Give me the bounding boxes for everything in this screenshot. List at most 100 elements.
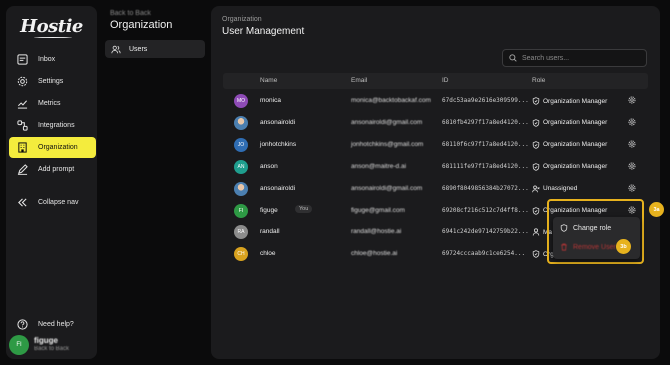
shield-icon — [532, 206, 540, 215]
user-name-cell: randall — [260, 228, 280, 236]
avatar — [234, 115, 248, 130]
section-title: Organization — [110, 19, 173, 31]
collapse-nav-button[interactable]: Collapse nav — [9, 192, 96, 213]
column-header-id[interactable]: ID — [442, 77, 449, 84]
role-cell: Organization Manager — [532, 162, 607, 171]
shield-icon — [532, 162, 540, 171]
column-header-name[interactable]: Name — [260, 77, 277, 84]
pencil-icon — [16, 163, 29, 176]
id-cell: 67dc53aa9e2616e309599... — [442, 97, 529, 104]
remove-user-label: Remove User — [573, 243, 616, 251]
change-role-label: Change role — [573, 224, 612, 232]
breadcrumb: Organization — [222, 16, 262, 23]
integrations-icon — [16, 119, 29, 132]
search-input[interactable]: Search users... — [502, 49, 647, 67]
shield-icon — [532, 119, 540, 127]
id-cell: 69208cf216c512c7d4ff8... — [442, 206, 529, 214]
table-row[interactable]: AN anson anson@maitre-d.ai 681111fe97f17a8e… — [223, 156, 648, 178]
nav-item-inbox[interactable]: Inbox — [9, 49, 96, 70]
nav-item-metrics[interactable]: Metrics — [9, 93, 96, 114]
email-cell: jonhotchkins@gmail.com — [351, 140, 424, 148]
remove-user-menu-item[interactable]: Remove User — [560, 243, 616, 251]
help-circle-icon — [16, 318, 29, 331]
table-row[interactable]: MO monica monica@backtobackaf.com 67dc53aa9… — [223, 90, 648, 112]
id-cell: 68110f6c97f17a8ed4120... — [442, 140, 529, 148]
avatar: AN — [234, 159, 248, 174]
nav-item-label: Inbox — [38, 56, 56, 63]
avatar: JO — [234, 137, 248, 152]
id-cell: 6941c242de97142759b22... — [442, 228, 529, 236]
id-cell: 69724cccaab9c1ce6254... — [442, 250, 526, 258]
column-header-role[interactable]: Role — [532, 77, 545, 84]
shield-icon — [532, 141, 540, 149]
row-settings-gear-icon[interactable] — [628, 140, 636, 148]
user-name-cell: jonhotchkins — [260, 140, 297, 148]
logo-swoosh — [34, 36, 72, 38]
id-cell: 681111fe97f17a8ed4120... — [442, 162, 529, 170]
search-placeholder: Search users... — [522, 54, 570, 62]
email-cell: ansonairoldi@gmail.com — [351, 118, 423, 126]
nav-item-settings[interactable]: Settings — [9, 71, 96, 92]
row-settings-gear-icon[interactable] — [628, 184, 636, 192]
search-icon — [509, 54, 517, 62]
main-panel: Organization User Management Search user… — [211, 6, 660, 359]
table-row[interactable]: JO jonhotchkins jonhotchkins@gmail.com 6811… — [223, 134, 648, 156]
nav-item-label: Metrics — [38, 100, 61, 107]
id-cell: 6890f8049856384b27072... — [442, 184, 529, 192]
avatar: CH — [234, 247, 248, 262]
step-badge-3a: 3a — [649, 202, 664, 217]
table-row[interactable]: ansonairoldi ansonairoldi@gmail.com 6890f8… — [223, 178, 648, 200]
user-name-cell: figuge — [260, 206, 278, 214]
user-org: Back to Back — [34, 346, 70, 352]
step-badge-3b: 3b — [616, 239, 631, 254]
subnav-item-users[interactable]: Users — [105, 40, 205, 58]
chevrons-left-icon — [16, 196, 29, 209]
avatar: RA — [234, 225, 248, 240]
sidebar-nav: Hostie Inbox Settings Metrics Integratio… — [6, 6, 97, 359]
avatar — [234, 181, 248, 196]
role-label: Unassigned — [543, 185, 578, 193]
avatar: FI — [234, 203, 248, 218]
column-header-email[interactable]: Email — [351, 77, 367, 84]
row-settings-gear-icon[interactable] — [628, 118, 636, 126]
email-cell: chloe@hostie.ai — [351, 250, 398, 258]
user-name-cell: ansonairoldi — [260, 184, 296, 192]
metrics-icon — [16, 97, 29, 110]
help-link[interactable]: Need help? — [9, 314, 96, 335]
role-label: Organization Manager — [543, 119, 608, 127]
role-label: Organization Manager — [543, 141, 608, 149]
table-header: Name Email ID Role — [223, 73, 648, 89]
role-cell: Unassigned — [532, 185, 577, 193]
user-avatar[interactable]: FI — [9, 335, 29, 355]
email-cell: monica@backtobackaf.com — [351, 97, 431, 104]
shield-icon — [532, 250, 540, 259]
you-badge: You — [295, 204, 313, 213]
user-name: figuge — [34, 336, 58, 345]
avatar: MO — [234, 94, 248, 108]
inbox-icon — [16, 53, 29, 66]
nav-item-organization[interactable]: Organization — [9, 137, 96, 158]
nav-item-integrations[interactable]: Integrations — [9, 115, 96, 136]
trash-icon — [560, 243, 568, 251]
users-icon — [111, 45, 123, 54]
nav-item-label: Integrations — [38, 122, 75, 129]
back-link[interactable]: Back to Back — [110, 10, 151, 17]
user-icon — [532, 228, 540, 236]
table-row[interactable]: ansonairoldi ansonairoldi@gmail.com 6810fb… — [223, 112, 648, 134]
subnav-item-label: Users — [129, 45, 148, 53]
building-icon — [16, 141, 29, 154]
role-cell: Organization Manager — [532, 97, 607, 105]
user-name-cell: ansonairoldi — [260, 118, 296, 126]
settings-icon — [16, 75, 29, 88]
nav-item-label: Settings — [38, 78, 64, 85]
nav-item-label: Add prompt — [38, 166, 75, 173]
page-title: User Management — [222, 26, 305, 37]
row-settings-gear-icon[interactable] — [628, 162, 636, 170]
email-cell: figuge@gmail.com — [351, 206, 405, 214]
nav-item-add-prompt[interactable]: Add prompt — [9, 159, 96, 180]
email-cell: anson@maitre-d.ai — [351, 162, 407, 170]
user-x-icon — [532, 185, 540, 193]
shield-icon — [532, 97, 540, 105]
change-role-menu-item[interactable]: Change role — [560, 224, 611, 232]
row-settings-gear-icon[interactable] — [628, 96, 636, 104]
